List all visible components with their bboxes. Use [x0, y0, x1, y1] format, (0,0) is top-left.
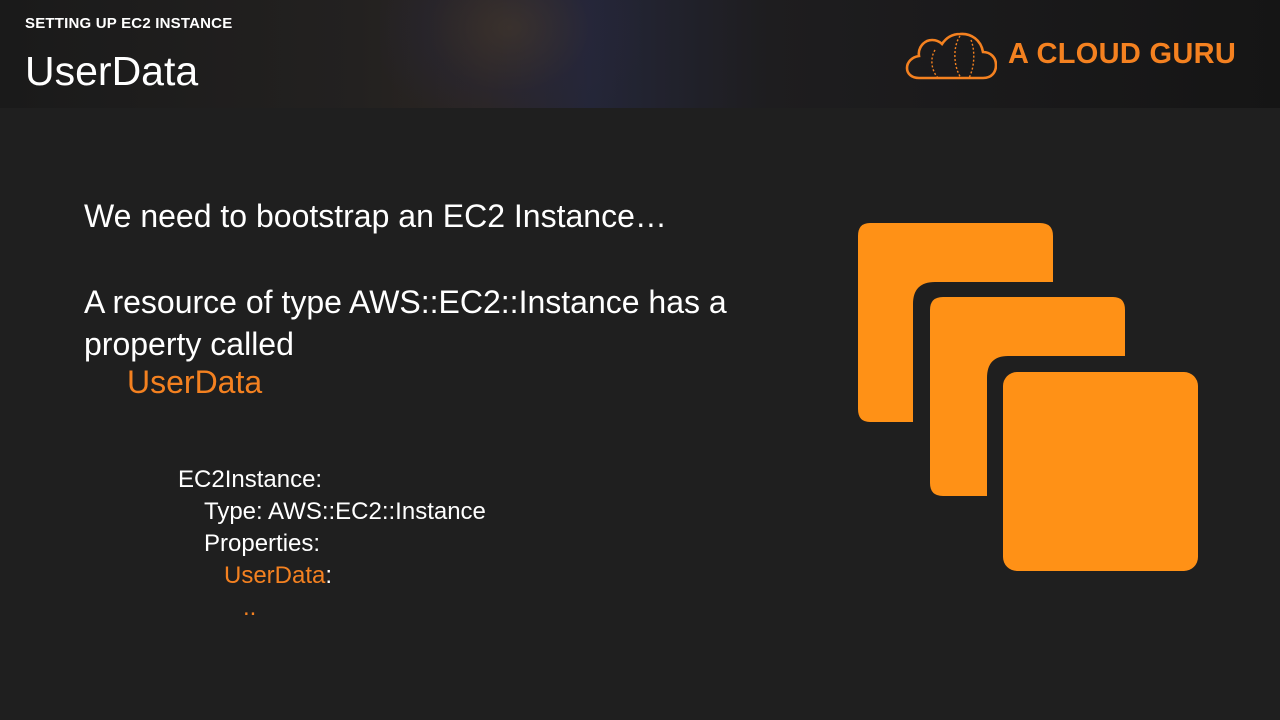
property-description: A resource of type AWS::EC2::Instance ha…	[84, 284, 727, 362]
property-name-highlight: UserData	[127, 364, 263, 400]
slide-title: UserData	[25, 48, 199, 94]
code-line-properties: Properties:	[204, 530, 321, 557]
ec2-instances-icon	[858, 223, 1198, 571]
cloud-logo-icon	[905, 32, 997, 80]
header-banner: SETTING UP EC2 INSTANCE UserData A CLOUD…	[0, 0, 1280, 108]
code-line-type: Type: AWS::EC2::Instance	[204, 498, 486, 525]
intro-text: We need to bootstrap an EC2 Instance…	[84, 198, 667, 234]
brand-logo: A CLOUD GURU	[905, 28, 1245, 82]
code-line-userdata: UserData:	[224, 562, 332, 590]
code-line-ellipsis: ..	[243, 594, 257, 621]
slide: SETTING UP EC2 INSTANCE UserData A CLOUD…	[0, 0, 1280, 720]
brand-name: A CLOUD GURU	[1008, 38, 1237, 70]
header-background-photo	[380, 0, 640, 108]
code-userdata-colon: :	[325, 562, 333, 589]
section-kicker: SETTING UP EC2 INSTANCE	[25, 15, 233, 32]
code-line-resource: EC2Instance:	[178, 466, 323, 493]
code-userdata-key: UserData	[224, 562, 326, 589]
